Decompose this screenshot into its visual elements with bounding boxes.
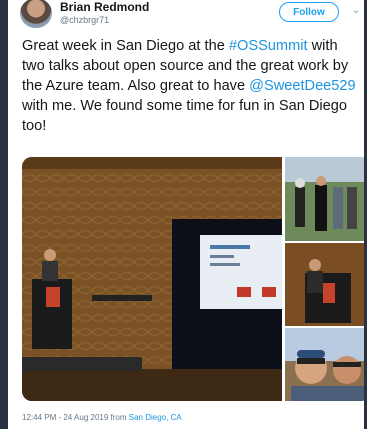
follow-button[interactable]: Follow — [279, 2, 339, 22]
author-handle[interactable]: @chzbrgr71 — [60, 15, 109, 25]
photo-main[interactable] — [22, 157, 282, 401]
tweet-card: Brian Redmond @chzbrgr71 Follow ⌄ Great … — [8, 0, 364, 429]
hashtag-link[interactable]: #OSSummit — [229, 38, 308, 54]
tweet-text-part: with me. We found some time for fun in S… — [22, 98, 348, 134]
chevron-down-icon[interactable]: ⌄ — [352, 5, 360, 16]
speaker-photo-image — [305, 259, 351, 323]
photo-thumbnail[interactable] — [285, 328, 364, 401]
tweet-text: Great week in San Diego at the #OSSummit… — [22, 36, 357, 136]
conference-stage-image — [22, 157, 282, 401]
avatar[interactable] — [20, 0, 52, 28]
photo-thumbnail[interactable] — [285, 243, 364, 326]
group-photo-image — [295, 176, 357, 231]
photo-thumbnail[interactable] — [285, 157, 364, 241]
tweet-text-part: Great week in San Diego at the — [22, 38, 229, 54]
author-name[interactable]: Brian Redmond — [60, 0, 149, 14]
selfie-photo-image — [291, 350, 364, 401]
timestamp[interactable]: 12:44 PM - 24 Aug 2019 from — [22, 413, 129, 422]
location-link[interactable]: San Diego, CA — [129, 413, 182, 422]
tweet-footer: 12:44 PM - 24 Aug 2019 from San Diego, C… — [22, 413, 182, 422]
mention-link[interactable]: @SweetDee529 — [249, 78, 356, 94]
